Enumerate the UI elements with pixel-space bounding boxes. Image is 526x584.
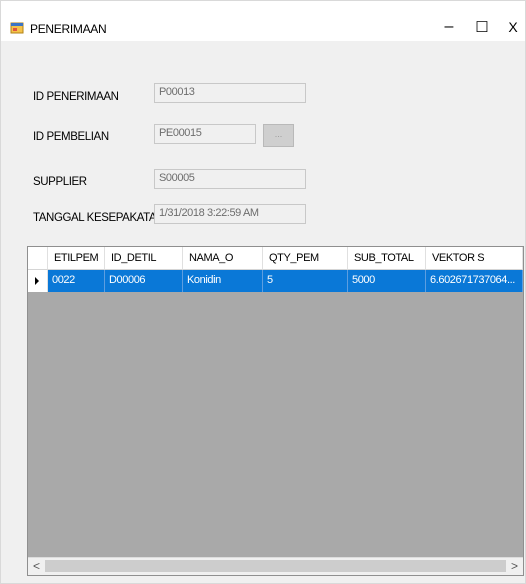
- title-bar[interactable]: PENERIMAAN – ☐ X: [1, 1, 525, 41]
- grid-corner-header: [28, 247, 48, 270]
- column-header[interactable]: ETILPEM: [48, 247, 105, 270]
- close-button[interactable]: X: [497, 15, 526, 39]
- window-title: PENERIMAAN: [30, 22, 107, 36]
- column-header[interactable]: SUB_TOTAL: [348, 247, 426, 270]
- minimize-button[interactable]: –: [433, 15, 465, 39]
- table-cell[interactable]: 5: [263, 270, 348, 292]
- id-penerimaan-field[interactable]: P00013: [154, 83, 306, 103]
- app-form-icon: [10, 22, 24, 34]
- grid-header: ETILPEM ID_DETIL NAMA_O QTY_PEM SUB_TOTA…: [28, 247, 523, 270]
- id-penerimaan-label: ID PENERIMAAN: [33, 91, 119, 103]
- column-header[interactable]: QTY_PEM: [263, 247, 348, 270]
- table-cell[interactable]: 0022: [48, 270, 105, 292]
- column-header[interactable]: NAMA_O: [183, 247, 263, 270]
- maximize-icon: ☐: [475, 19, 489, 36]
- column-header[interactable]: VEKTOR S: [426, 247, 523, 270]
- id-pembelian-label: ID PEMBELIAN: [33, 131, 109, 143]
- current-row-arrow-icon: [35, 277, 39, 285]
- tanggal-kesepakatan-field[interactable]: 1/31/2018 3:22:59 AM: [154, 204, 306, 224]
- data-grid[interactable]: ETILPEM ID_DETIL NAMA_O QTY_PEM SUB_TOTA…: [27, 246, 524, 576]
- browse-pembelian-button[interactable]: ...: [263, 124, 294, 147]
- penerimaan-window: PENERIMAAN – ☐ X ID PENERIMAAN P00013 ID…: [0, 0, 526, 584]
- minimize-icon: –: [444, 18, 454, 35]
- scrollbar-thumb[interactable]: [45, 560, 506, 572]
- id-pembelian-field[interactable]: PE00015: [154, 124, 256, 144]
- table-cell[interactable]: D00006: [105, 270, 183, 292]
- row-selector[interactable]: [28, 270, 48, 292]
- table-cell[interactable]: 6.602671737064...: [426, 270, 523, 292]
- scroll-right-icon[interactable]: >: [506, 558, 523, 575]
- horizontal-scrollbar[interactable]: < >: [28, 557, 523, 575]
- column-header[interactable]: ID_DETIL: [105, 247, 183, 270]
- table-cell[interactable]: 5000: [348, 270, 426, 292]
- supplier-field[interactable]: S00005: [154, 169, 306, 189]
- close-icon: X: [508, 19, 518, 35]
- maximize-button[interactable]: ☐: [466, 15, 498, 39]
- table-cell[interactable]: Konidin: [183, 270, 263, 292]
- tanggal-kesepakatan-label: TANGGAL KESEPAKATAN: [33, 212, 165, 224]
- scroll-left-icon[interactable]: <: [28, 558, 45, 575]
- supplier-label: SUPPLIER: [33, 176, 87, 188]
- table-row[interactable]: 0022 D00006 Konidin 5 5000 6.60267173706…: [28, 270, 523, 292]
